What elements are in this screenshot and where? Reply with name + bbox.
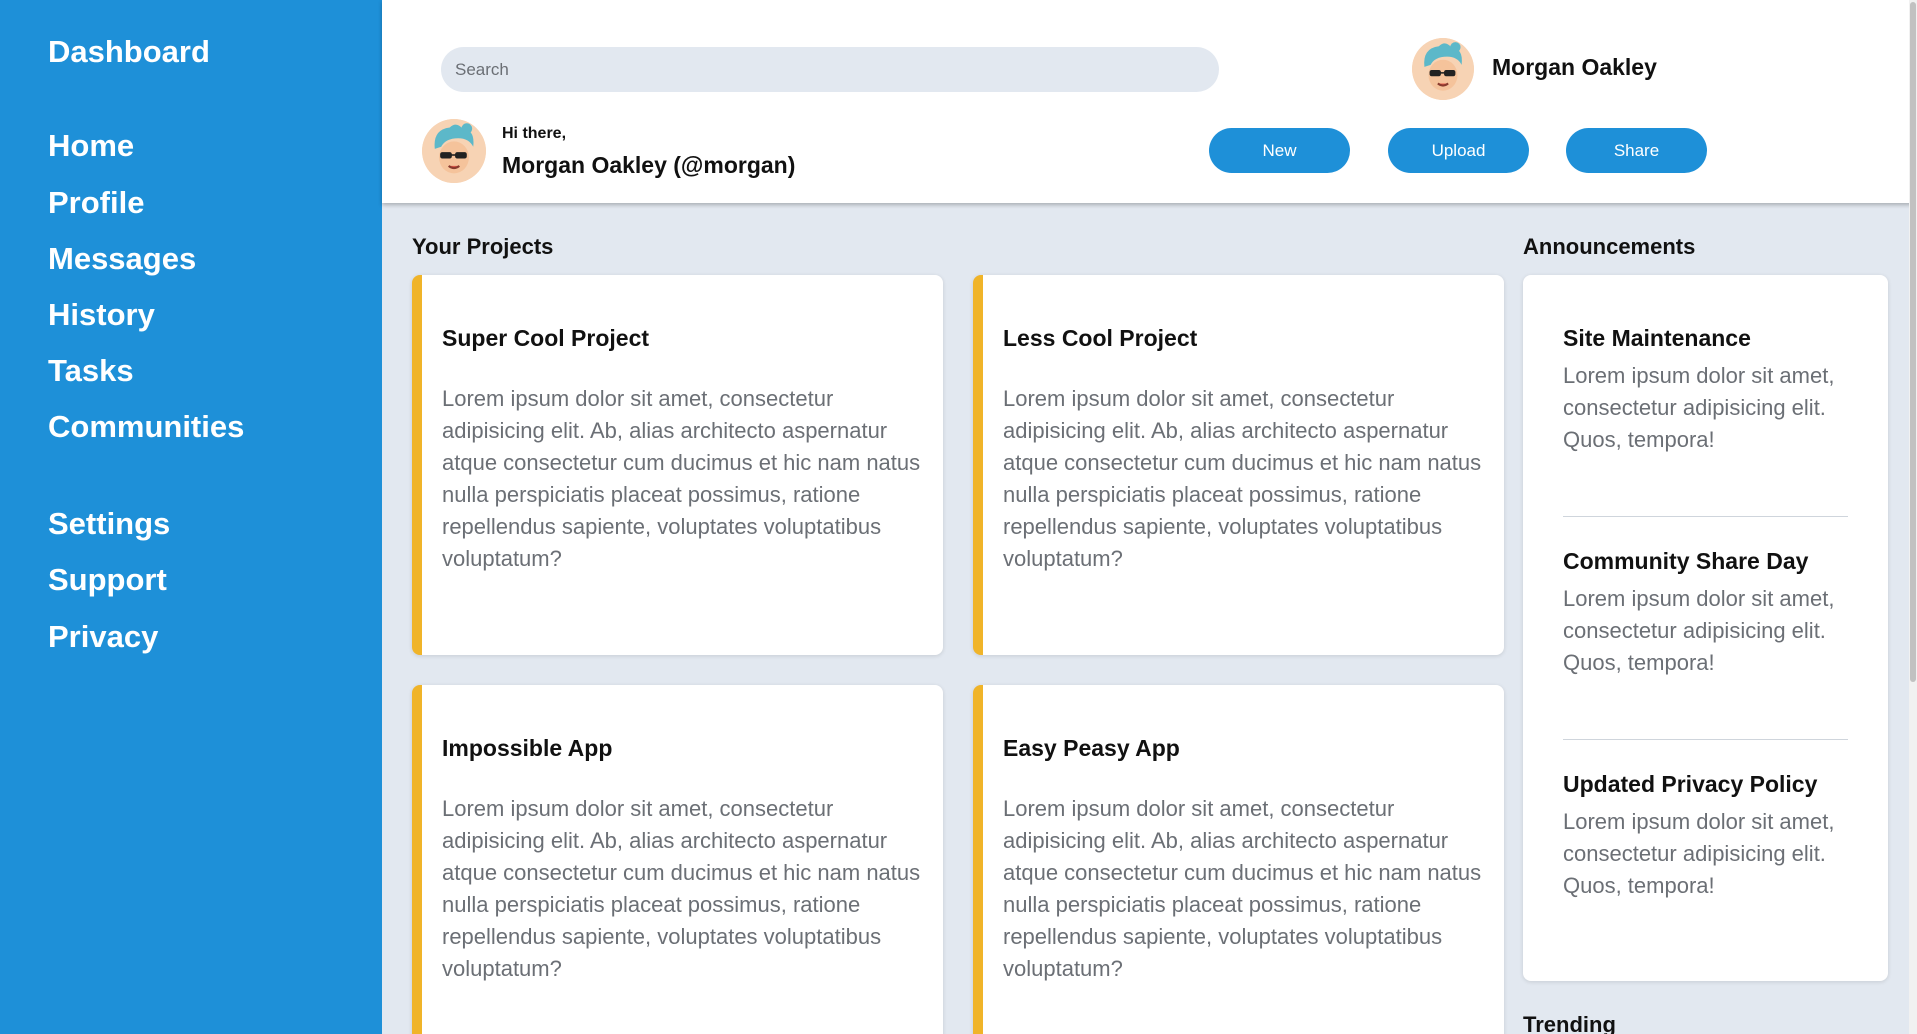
announcement-item[interactable]: Updated Privacy Policy Lorem ipsum dolor… — [1563, 771, 1848, 902]
project-description: Lorem ipsum dolor sit amet, consectetur … — [442, 386, 921, 571]
project-description: Lorem ipsum dolor sit amet, consectetur … — [442, 796, 921, 981]
sidebar-item-history[interactable]: History — [48, 297, 155, 333]
page-scrollbar[interactable] — [1909, 0, 1917, 1034]
scrollbar-thumb[interactable] — [1910, 2, 1916, 682]
announcement-body: Lorem ipsum dolor sit amet, consectetur … — [1563, 586, 1835, 675]
new-button[interactable]: New — [1209, 128, 1350, 173]
announcement-body: Lorem ipsum dolor sit amet, consectetur … — [1563, 363, 1835, 452]
projects-heading: Your Projects — [412, 234, 554, 259]
sidebar-item-privacy[interactable]: Privacy — [48, 619, 158, 655]
user-avatar-top[interactable] — [1412, 38, 1474, 100]
project-title: Super Cool Project — [442, 325, 650, 351]
avatar-illustration-icon — [1412, 38, 1474, 100]
project-description: Lorem ipsum dolor sit amet, consectetur … — [1003, 796, 1482, 981]
sidebar-item-communities[interactable]: Communities — [48, 409, 244, 445]
announcement-title: Community Share Day — [1563, 548, 1809, 574]
project-card[interactable]: Less Cool Project Lorem ipsum dolor sit … — [973, 275, 1504, 655]
upload-button[interactable]: Upload — [1388, 128, 1529, 173]
header: Morgan Oakley Hi there, Morgan Oakley (@… — [382, 0, 1917, 203]
sidebar-item-settings[interactable]: Settings — [48, 506, 170, 542]
announcements-heading: Announcements — [1523, 234, 1696, 259]
sidebar-item-messages[interactable]: Messages — [48, 241, 196, 277]
announcement-item[interactable]: Site Maintenance Lorem ipsum dolor sit a… — [1563, 325, 1848, 456]
greeting-name: Morgan Oakley (@morgan) — [502, 152, 796, 178]
project-title: Easy Peasy App — [1003, 735, 1180, 761]
trending-heading: Trending — [1523, 1012, 1616, 1034]
sidebar-item-home[interactable]: Home — [48, 128, 134, 164]
project-card[interactable]: Impossible App Lorem ipsum dolor sit ame… — [412, 685, 943, 1034]
project-title: Less Cool Project — [1003, 325, 1198, 351]
search-input[interactable] — [441, 47, 1219, 92]
announcement-body: Lorem ipsum dolor sit amet, consectetur … — [1563, 809, 1835, 898]
announcements-panel: Site Maintenance Lorem ipsum dolor sit a… — [1523, 275, 1888, 981]
announcement-title: Site Maintenance — [1563, 325, 1751, 351]
sidebar-item-support[interactable]: Support — [48, 562, 167, 598]
announcement-divider — [1563, 516, 1848, 517]
project-description: Lorem ipsum dolor sit amet, consectetur … — [1003, 386, 1482, 571]
project-card[interactable]: Super Cool Project Lorem ipsum dolor sit… — [412, 275, 943, 655]
sidebar-item-tasks[interactable]: Tasks — [48, 353, 134, 389]
greeting-avatar — [422, 119, 486, 183]
sidebar: Dashboard Home Profile Messages History … — [0, 0, 382, 1034]
sidebar-title[interactable]: Dashboard — [48, 34, 210, 70]
announcement-item[interactable]: Community Share Day Lorem ipsum dolor si… — [1563, 548, 1848, 679]
announcement-divider — [1563, 739, 1848, 740]
share-button[interactable]: Share — [1566, 128, 1707, 173]
project-card[interactable]: Easy Peasy App Lorem ipsum dolor sit ame… — [973, 685, 1504, 1034]
announcement-title: Updated Privacy Policy — [1563, 771, 1818, 797]
project-title: Impossible App — [442, 735, 613, 761]
avatar-illustration-icon — [422, 119, 486, 183]
greeting-label: Hi there, — [502, 125, 567, 142]
sidebar-item-profile[interactable]: Profile — [48, 185, 144, 221]
user-name[interactable]: Morgan Oakley — [1492, 54, 1657, 81]
